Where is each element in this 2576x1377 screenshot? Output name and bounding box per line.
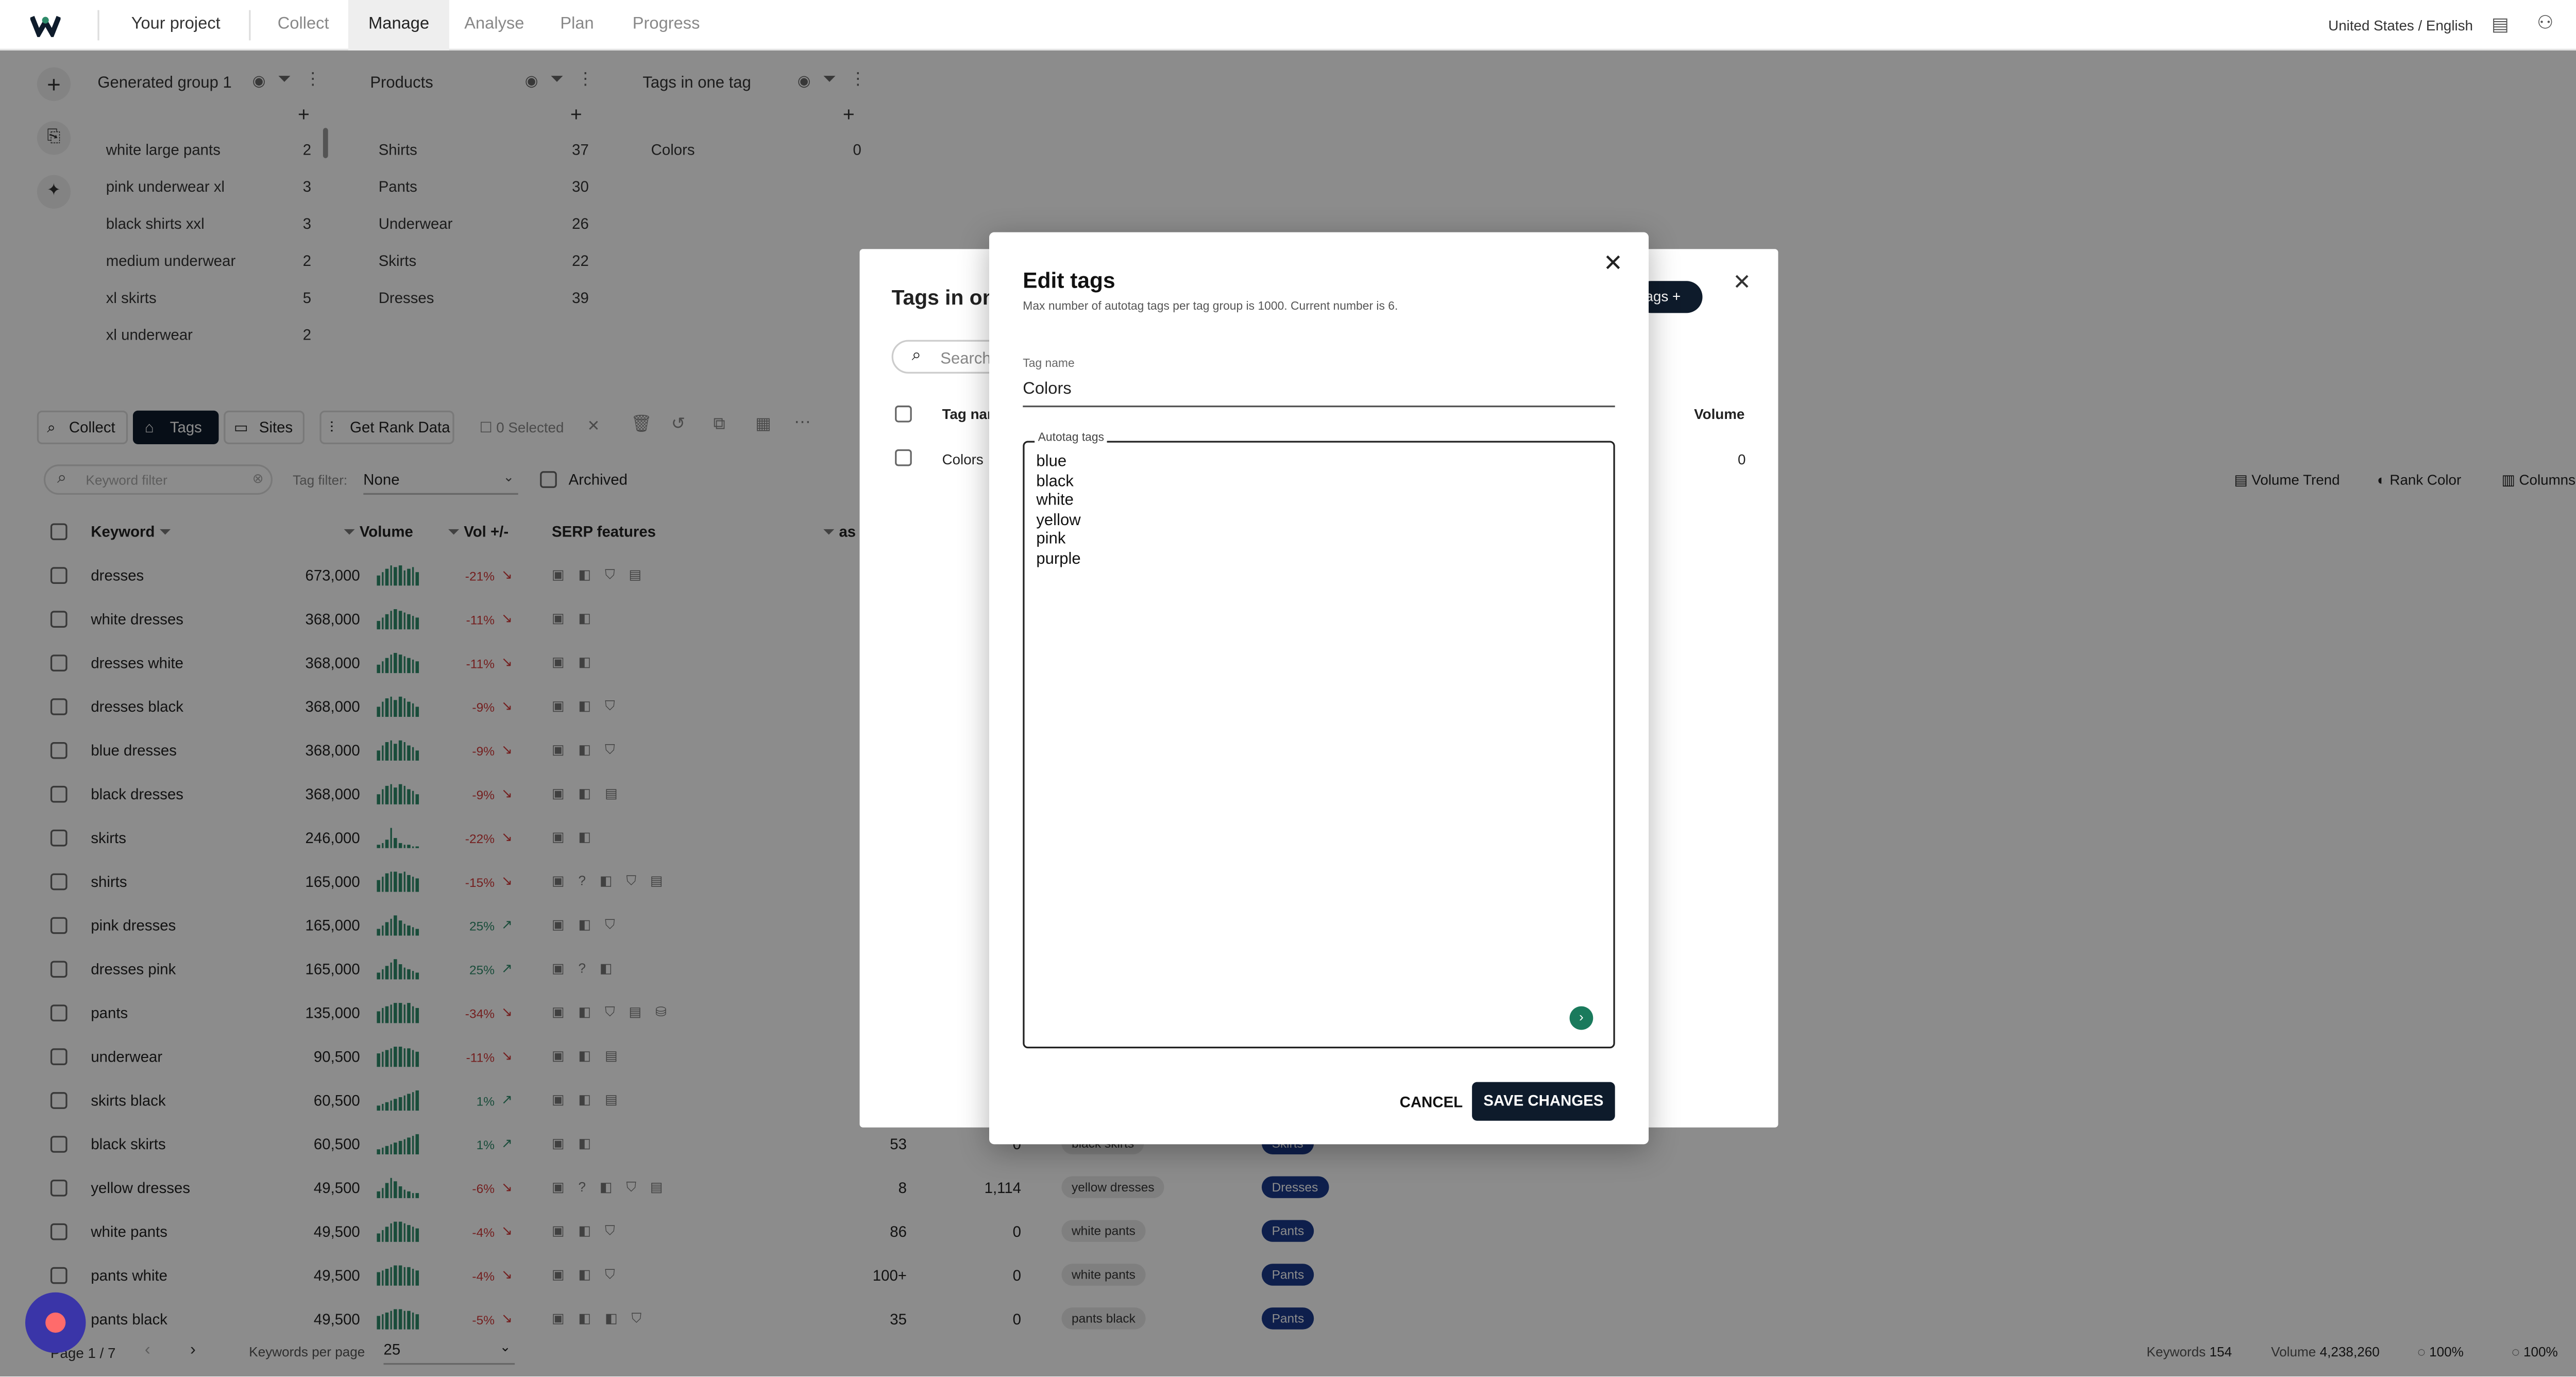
autotag-tags-field: Autotag tags blue black white yellow pin… (1023, 432, 1615, 1049)
search-icon: ⌕ (911, 346, 922, 365)
tag-name-label: Tag name (1023, 358, 1075, 371)
logo-icon[interactable] (29, 13, 61, 40)
select-all-checkbox[interactable] (895, 405, 912, 423)
row-checkbox[interactable] (895, 449, 912, 466)
close-icon[interactable]: ✕ (1603, 249, 1623, 278)
modal-title: Edit tags (1023, 267, 1115, 293)
col-volume: Volume (1694, 405, 1745, 423)
nav-progress[interactable]: Progress (613, 0, 720, 51)
save-changes-button[interactable]: SAVE CHANGES (1472, 1082, 1615, 1121)
tag-name-value: Colors (1023, 380, 1072, 399)
autotag-textarea[interactable]: blue black white yellow pink purple (1036, 452, 1541, 992)
project-name[interactable]: Your project (111, 0, 241, 51)
assistant-icon[interactable]: › (1569, 1006, 1594, 1030)
top-bar: Your project Collect Manage Analyse Plan… (0, 0, 2576, 51)
row-volume: 0 (1738, 451, 1746, 468)
search-placeholder: Search (940, 350, 991, 369)
autotag-label: Autotag tags (1035, 432, 1108, 445)
dialog-title: Tags in on (891, 286, 995, 310)
chat-icon (45, 1312, 66, 1333)
plus-icon: + (1672, 288, 1681, 305)
keyboard-icon[interactable]: ▤ (2492, 13, 2509, 35)
tag-name-input[interactable]: Colors (1023, 380, 1615, 408)
row-tag-name[interactable]: Colors (942, 451, 984, 468)
chat-widget-button[interactable] (25, 1292, 86, 1353)
locale-selector[interactable]: United States / English (2328, 17, 2473, 34)
add-tags-label: ags (1645, 288, 1669, 305)
modal-subtitle: Max number of autotag tags per tag group… (1023, 301, 1398, 313)
nav-analyse[interactable]: Analyse (444, 0, 545, 51)
col-tag-name: Tag nar (942, 405, 993, 423)
nav-collect[interactable]: Collect (258, 0, 349, 51)
close-icon[interactable]: ✕ (1733, 269, 1751, 296)
edit-tags-modal: Edit tags Max number of autotag tags per… (989, 232, 1649, 1145)
users-icon[interactable]: ⚇ (2537, 12, 2553, 33)
nav-plan[interactable]: Plan (540, 0, 614, 51)
nav-manage[interactable]: Manage (348, 0, 450, 51)
cancel-button[interactable]: CANCEL (1400, 1094, 1463, 1111)
